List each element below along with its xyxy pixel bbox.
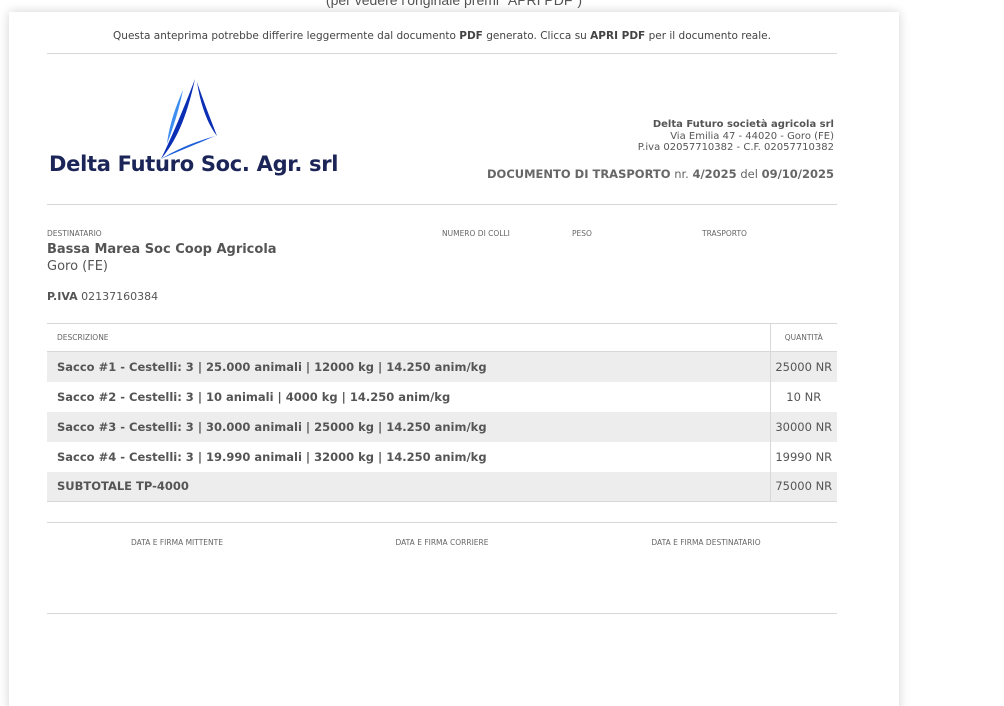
table-row: Sacco #4 - Cestelli: 3 | 19.990 animali … [47,441,837,472]
header-descrizione: DESCRIZIONE [47,323,770,352]
preview-notice: Questa anteprima potrebbe differire legg… [47,30,837,54]
header-quantita: QUANTITÀ [769,323,837,352]
notice-text-2: generato. Clicca su [482,30,591,42]
row-quantity: 25000 NR [769,351,837,382]
sender-company-tax: P.iva 02057710382 - C.F. 02057710382 [637,142,834,153]
doc-number: 4/2025 [692,167,737,181]
recipient-piva: P.IVA 02137160384 [47,290,158,303]
table-header-row: DESCRIZIONE QUANTITÀ [47,323,837,352]
divider [47,613,837,614]
signature-mittente-label: DATA E FIRMA MITTENTE [131,538,223,547]
document-preview-sheet: Questa anteprima potrebbe differire legg… [9,12,899,706]
notice-text-3: per il documento reale. [645,30,771,42]
label-numero-colli: NUMERO DI COLLI [442,229,510,238]
divider [47,522,837,523]
divider [47,204,837,205]
row-description: Sacco #2 - Cestelli: 3 | 10 animali | 40… [57,389,451,404]
recipient-piva-value: 02137160384 [81,290,159,303]
document-title: DOCUMENTO DI TRASPORTO nr. 4/2025 del 09… [487,167,834,181]
subtotal-quantity: 75000 NR [769,471,837,502]
sender-company-block: Delta Futuro società agricola srl Via Em… [638,119,834,154]
logo-wordmark: Delta Futuro Soc. Agr. srl [49,152,339,176]
notice-text-1: Questa anteprima potrebbe differire legg… [113,30,460,42]
doc-date: 09/10/2025 [761,167,834,181]
signature-corriere-label: DATA E FIRMA CORRIERE [395,538,489,547]
subtotal-label: SUBTOTALE TP-4000 [47,471,770,502]
sender-company-name: Delta Futuro società agricola srl [652,119,834,130]
table-row: Sacco #3 - Cestelli: 3 | 30.000 animali … [47,411,837,442]
row-description: Sacco #1 - Cestelli: 3 | 25.000 animali … [47,351,770,382]
sender-company-address: Via Emilia 47 - 44020 - Goro (FE) [670,130,834,142]
row-description: Sacco #4 - Cestelli: 3 | 19.990 animali … [57,449,487,464]
open-pdf-hint: (per vedere l'originale premi "APRI PDF"… [325,0,583,8]
doc-nr-label: nr. [674,167,689,181]
label-peso: PESO [572,229,592,238]
subtotal-row: SUBTOTALE TP-4000 75000 NR [47,471,837,502]
row-description: Sacco #3 - Cestelli: 3 | 30.000 animali … [47,411,770,442]
sail-logo-icon [161,79,217,159]
doc-type: DOCUMENTO DI TRASPORTO [487,167,671,181]
label-trasporto: TRASPORTO [702,229,747,238]
row-quantity: 10 NR [769,381,837,412]
signature-destinatario-label: DATA E FIRMA DESTINATARIO [651,538,761,547]
recipient-name: Bassa Marea Soc Coop Agricola [47,242,277,257]
notice-pdf: PDF [459,30,483,42]
label-destinatario: DESTINATARIO [47,229,102,238]
notice-apri-pdf: APRI PDF [590,30,646,42]
items-table: DESCRIZIONE QUANTITÀ Sacco #1 - Cestelli… [47,323,837,502]
row-quantity: 19990 NR [769,441,837,472]
company-logo: Delta Futuro Soc. Agr. srl [47,78,367,188]
table-row: Sacco #2 - Cestelli: 3 | 10 animali | 40… [47,381,837,412]
recipient-city: Goro (FE) [47,259,109,274]
table-row: Sacco #1 - Cestelli: 3 | 25.000 animali … [47,351,837,382]
recipient-piva-label: P.IVA [47,290,78,303]
doc-del-label: del [740,167,758,181]
row-quantity: 30000 NR [769,411,837,442]
